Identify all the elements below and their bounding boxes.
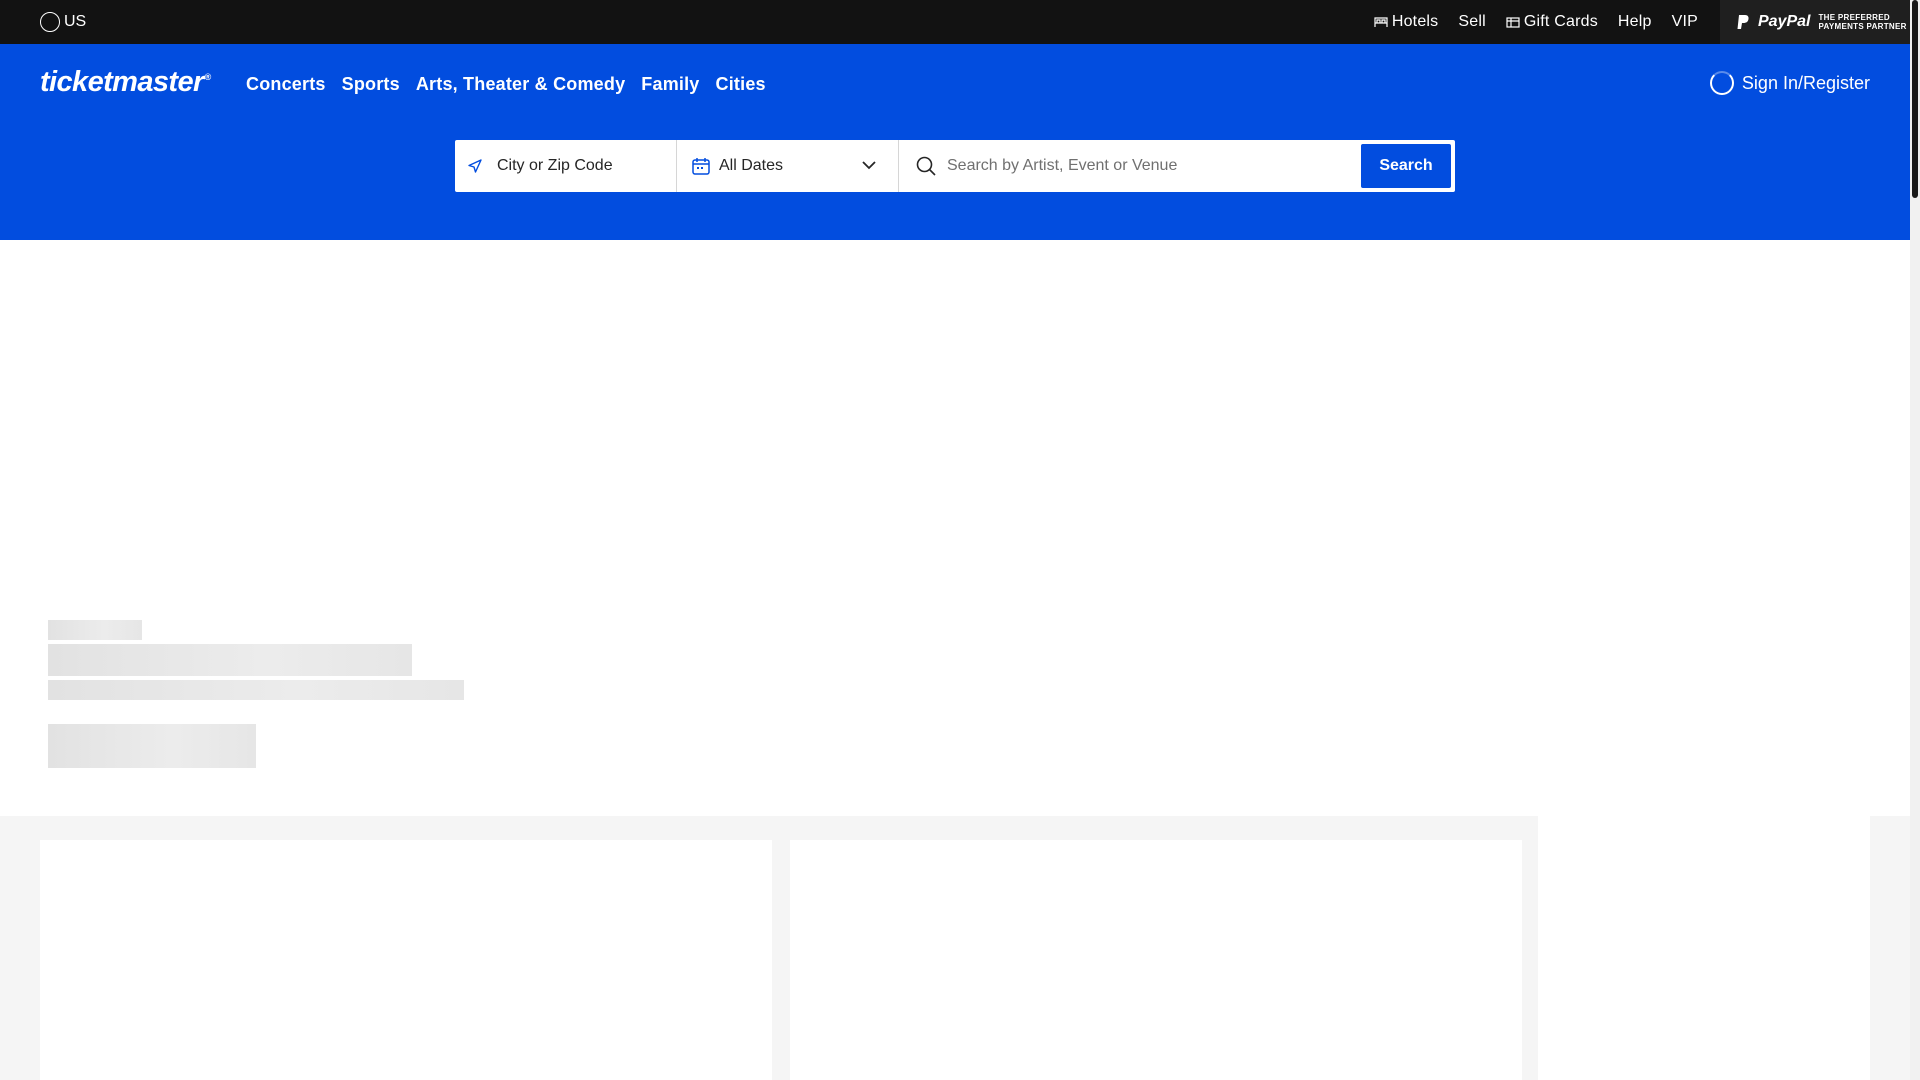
paypal-tagline: THE PREFERRED PAYMENTS PARTNER [1818, 13, 1907, 31]
country-selector[interactable]: US [40, 12, 86, 32]
skeleton-title [48, 644, 412, 676]
placeholder-card-1 [40, 840, 772, 1080]
utility-links: Hotels Sell Gift Cards Help VIP [1374, 13, 1698, 31]
gift-card-icon [1506, 17, 1520, 28]
nav-sports[interactable]: Sports [342, 74, 400, 95]
paypal-partner-badge[interactable]: PayPal THE PREFERRED PAYMENTS PARTNER [1720, 0, 1910, 44]
paypal-icon [1737, 15, 1749, 29]
sign-in-label: Sign In/Register [1741, 72, 1870, 93]
nav-arts-theater-comedy[interactable]: Arts, Theater & Comedy [416, 74, 625, 95]
dates-label: All Dates [719, 157, 784, 174]
sell-link[interactable]: Sell [1458, 13, 1485, 31]
nav-family[interactable]: Family [641, 74, 699, 95]
bed-icon [1374, 17, 1388, 27]
dates-dropdown[interactable]: All Dates [677, 140, 899, 192]
location-arrow-icon [468, 159, 482, 173]
location-field[interactable]: City or Zip Code [455, 140, 677, 192]
utility-bar: US Hotels Sell Gift Cards Help VIP PayPa… [0, 0, 1910, 44]
location-label: City or Zip Code [497, 157, 613, 174]
globe-icon [40, 12, 60, 32]
search-icon [916, 156, 936, 176]
user-loading-icon [1709, 71, 1734, 95]
content-panel-edge [1870, 816, 1910, 1080]
help-link[interactable]: Help [1618, 13, 1652, 31]
skeleton-eyebrow [48, 620, 142, 640]
gift-cards-link[interactable]: Gift Cards [1506, 13, 1598, 31]
main-header: ticketmaster® Concerts Sports Arts, Thea… [0, 44, 1910, 240]
page-scrollbar[interactable] [1910, 0, 1920, 1080]
calendar-icon [692, 158, 710, 175]
chevron-down-icon [862, 161, 876, 170]
country-label: US [64, 13, 87, 30]
nav-cities[interactable]: Cities [716, 74, 766, 95]
main-nav: Concerts Sports Arts, Theater & Comedy F… [246, 74, 766, 95]
search-button[interactable]: Search [1361, 144, 1451, 188]
paypal-brand: PayPal [1758, 13, 1811, 30]
scrollbar-thumb[interactable] [1912, 0, 1918, 198]
skeleton-button [48, 724, 256, 768]
skeleton-subtitle [48, 680, 464, 700]
vip-link[interactable]: VIP [1672, 13, 1698, 31]
sign-in-register-button[interactable]: Sign In/Register [1709, 71, 1870, 95]
search-input[interactable] [947, 157, 1347, 175]
search-bar: City or Zip Code All Dates Search [455, 140, 1455, 192]
hotels-link[interactable]: Hotels [1374, 13, 1439, 31]
ticketmaster-logo[interactable]: ticketmaster® [40, 66, 211, 99]
placeholder-card-2 [790, 840, 1522, 1080]
nav-concerts[interactable]: Concerts [246, 74, 326, 95]
